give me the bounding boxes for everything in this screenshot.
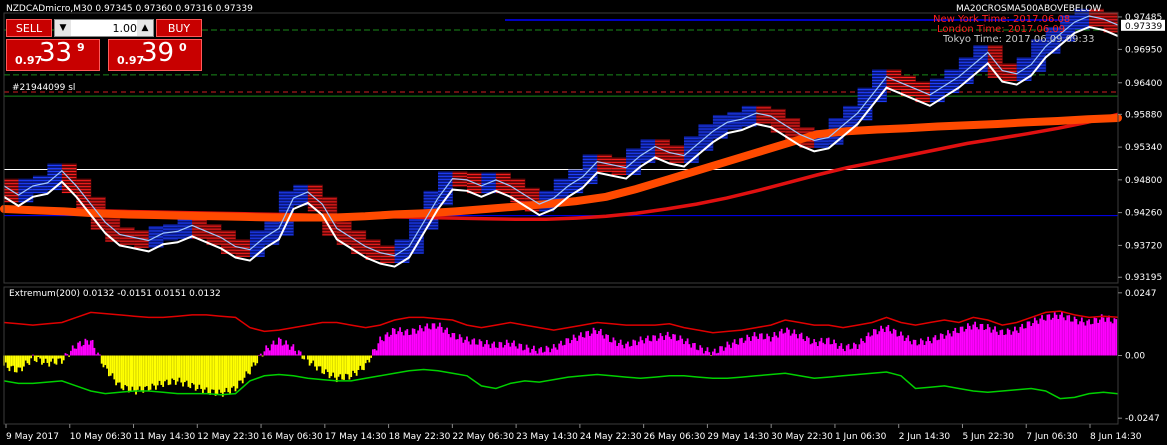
x-tick-label: 8 Jun 14:30	[1090, 432, 1142, 442]
order-label: #21944099 sl	[12, 83, 75, 93]
y-tick-label: 0.93720	[1125, 241, 1162, 251]
x-tick-label: 9 May 2017	[6, 432, 59, 442]
y-tick-label: 0.95340	[1125, 143, 1162, 153]
x-tick-label: 30 May 22:30	[771, 432, 833, 442]
y-tick-label: 0.96950	[1125, 45, 1162, 55]
arrow-down-icon[interactable]: ▼	[55, 20, 71, 36]
y-tick-label: 0.0247	[1125, 289, 1157, 299]
lot-size-input[interactable]	[73, 20, 139, 36]
y-tick-label: 0.94800	[1125, 176, 1162, 186]
sell-price-pips: 33	[39, 38, 73, 68]
x-tick-label: 12 May 22:30	[197, 432, 259, 442]
symbol-header: NZDCADmicro,M30 0.97345 0.97360 0.97316 …	[6, 4, 253, 14]
buy-button[interactable]: BUY	[156, 19, 202, 37]
lot-size-control: ▼ ▲	[54, 19, 154, 37]
buy-price-fraction: 0	[179, 41, 187, 54]
tokyo-clock: Tokyo Time: 2017.06.09 09:33	[942, 34, 1094, 45]
y-tick-label: 0.00	[1125, 352, 1145, 362]
sell-button[interactable]: SELL	[6, 19, 52, 37]
y-tick-label: -0.0247	[1125, 414, 1160, 424]
one-click-trading-panel: SELL ▼ ▲ BUY 0.97 33 9 0.97 39 0	[6, 19, 202, 73]
x-tick-label: 22 May 06:30	[452, 432, 514, 442]
x-tick-label: 26 May 06:30	[644, 432, 706, 442]
x-tick-label: 2 Jun 14:30	[899, 432, 951, 442]
x-tick-label: 17 May 14:30	[325, 432, 387, 442]
indicator-title: Extremum(200) 0.0132 -0.0151 0.0151 0.01…	[9, 289, 221, 299]
x-tick-label: 24 May 22:30	[580, 432, 642, 442]
indicator-name-label: MA20CROSMA500ABOVEBELOW	[956, 4, 1101, 14]
current-price-label: 0.97339	[1125, 22, 1162, 32]
arrow-up-icon[interactable]: ▲	[137, 20, 153, 36]
sell-price-box[interactable]: 0.97 33 9	[6, 38, 100, 71]
x-tick-label: 10 May 06:30	[70, 432, 132, 442]
x-tick-label: 29 May 14:30	[707, 432, 769, 442]
x-tick-label: 1 Jun 06:30	[835, 432, 887, 442]
buy-price-box[interactable]: 0.97 39 0	[108, 38, 202, 71]
sell-price-fraction: 9	[77, 41, 85, 54]
y-tick-label: 0.93195	[1125, 273, 1162, 283]
y-tick-label: 0.95880	[1125, 110, 1162, 120]
buy-price-pips: 39	[141, 38, 175, 68]
x-tick-label: 5 Jun 22:30	[962, 432, 1014, 442]
x-tick-label: 16 May 06:30	[261, 432, 323, 442]
y-tick-label: 0.94260	[1125, 209, 1162, 219]
x-tick-label: 11 May 14:30	[134, 432, 196, 442]
x-tick-label: 18 May 22:30	[389, 432, 451, 442]
y-tick-label: 0.96400	[1125, 79, 1162, 89]
x-tick-label: 7 Jun 06:30	[1026, 432, 1078, 442]
x-tick-label: 23 May 14:30	[516, 432, 578, 442]
